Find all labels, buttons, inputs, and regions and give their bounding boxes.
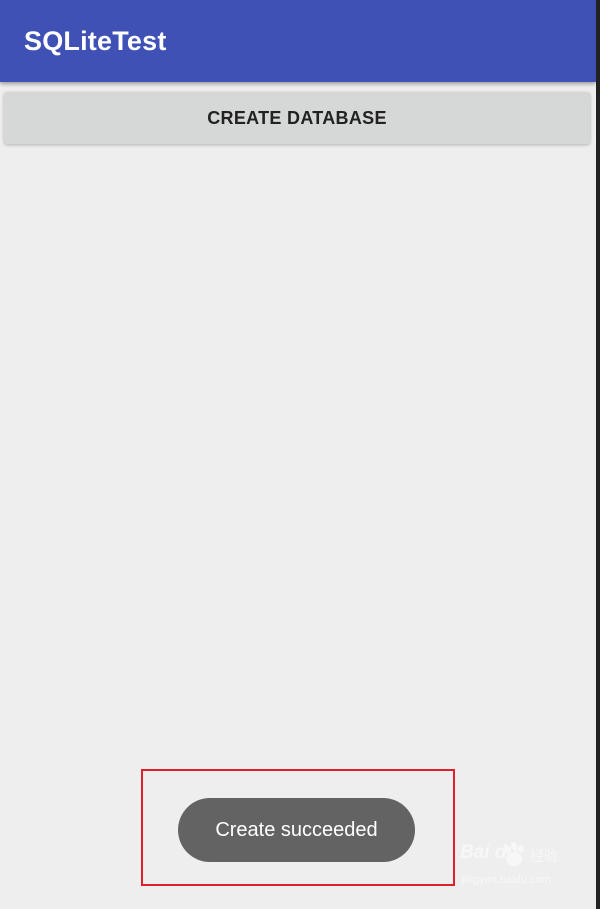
device-edge bbox=[596, 0, 600, 909]
annotation-highlight-box bbox=[141, 769, 455, 886]
baidu-watermark: Bai du 经验 jingyan.baidu.com bbox=[460, 842, 570, 892]
create-database-button-label: CREATE DATABASE bbox=[207, 107, 387, 128]
app-title: SQLiteTest bbox=[24, 26, 167, 56]
create-database-button[interactable]: CREATE DATABASE bbox=[4, 92, 590, 144]
watermark-url: jingyan.baidu.com bbox=[462, 874, 551, 886]
app-bar: SQLiteTest bbox=[0, 0, 596, 82]
paw-icon bbox=[504, 842, 524, 866]
app-screen: SQLiteTest CREATE DATABASE Create succee… bbox=[0, 0, 596, 909]
watermark-brand-sub: 经验 bbox=[530, 848, 558, 864]
